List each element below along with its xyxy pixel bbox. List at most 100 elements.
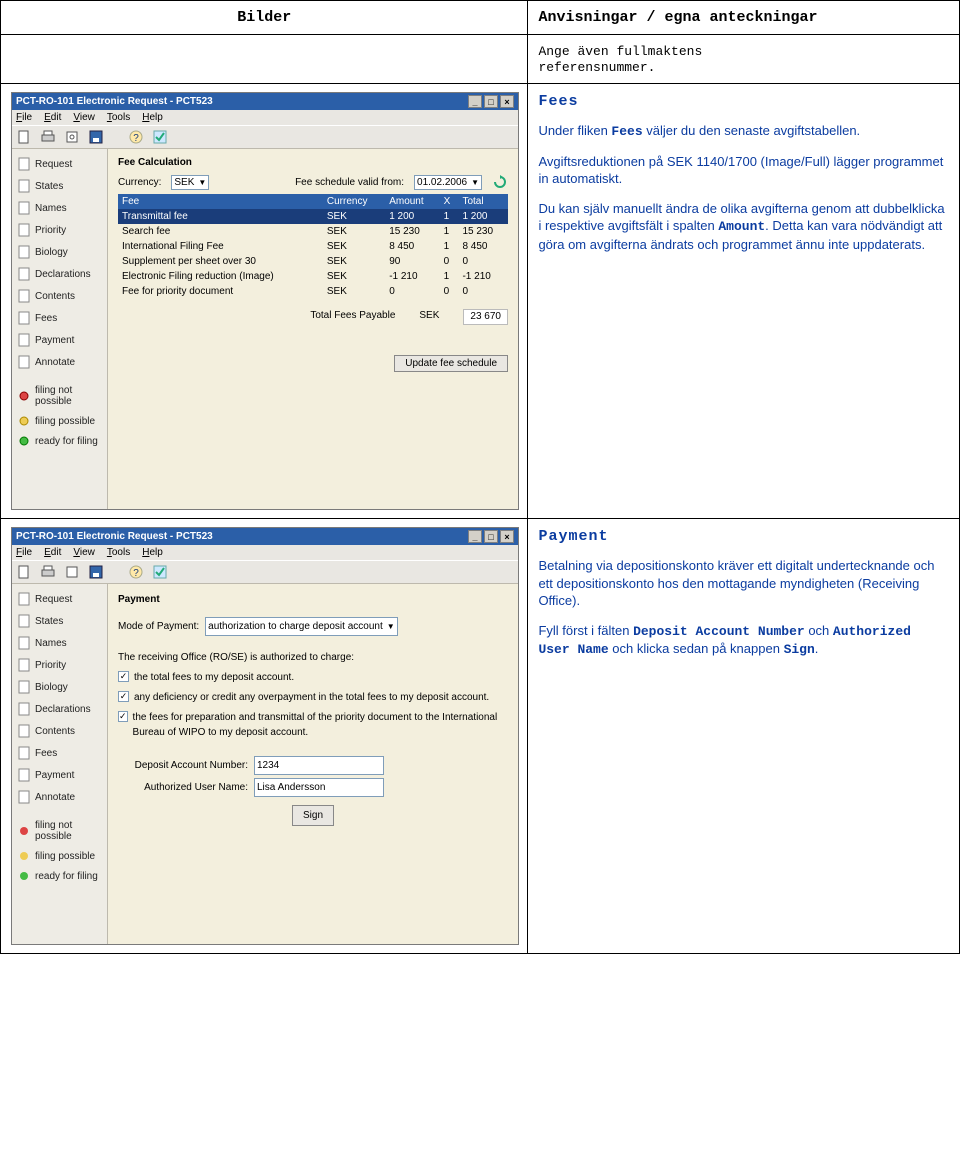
sidebar-item-request[interactable]: Request xyxy=(12,588,107,610)
maximize-button[interactable]: □ xyxy=(484,530,498,543)
table-row[interactable]: Electronic Filing reduction (Image)SEK-1… xyxy=(118,269,508,284)
table-row[interactable]: Supplement per sheet over 30SEK9000 xyxy=(118,254,508,269)
sidebar-item-fees[interactable]: Fees xyxy=(12,307,107,329)
preview-icon[interactable] xyxy=(64,564,80,580)
auth-text: The receiving Office (RO/SE) is authoriz… xyxy=(118,650,508,665)
minimize-button[interactable]: _ xyxy=(468,95,482,108)
row-payment: PCT-RO-101 Electronic Request - PCT523 _… xyxy=(1,519,960,954)
menu-view[interactable]: View xyxy=(73,112,95,123)
menu-tools[interactable]: Tools xyxy=(107,547,130,558)
fees-screenshot-cell: PCT-RO-101 Electronic Request - PCT523 _… xyxy=(1,84,528,519)
new-icon[interactable] xyxy=(16,129,32,145)
help-icon[interactable]: ? xyxy=(128,564,144,580)
status-possible: filing possible xyxy=(12,411,107,431)
sidebar-item-biology[interactable]: Biology xyxy=(12,241,107,263)
currency-select[interactable]: SEK▼ xyxy=(171,175,209,190)
sidebar-item-priority[interactable]: Priority xyxy=(12,219,107,241)
minimize-button[interactable]: _ xyxy=(468,530,482,543)
document-table: Bilder Anvisningar / egna anteckningar A… xyxy=(0,0,960,954)
toolbar: ? xyxy=(12,125,518,149)
sidebar-item-annotate[interactable]: Annotate xyxy=(12,786,107,808)
mode-select[interactable]: authorization to charge deposit account▼ xyxy=(205,617,397,636)
menu-edit[interactable]: Edit xyxy=(44,547,61,558)
menu-help[interactable]: Help xyxy=(142,547,163,558)
print-icon[interactable] xyxy=(40,129,56,145)
schedule-label: Fee schedule valid from: xyxy=(295,177,404,188)
new-icon[interactable] xyxy=(16,564,32,580)
table-row[interactable]: Fee for priority documentSEK000 xyxy=(118,284,508,299)
intro-line2: referensnummer. xyxy=(538,60,655,75)
table-row[interactable]: International Filing FeeSEK8 45018 450 xyxy=(118,239,508,254)
check-icon[interactable] xyxy=(152,129,168,145)
menu-file[interactable]: File xyxy=(16,112,32,123)
sidebar-item-declarations[interactable]: Declarations xyxy=(12,263,107,285)
menu-help[interactable]: Help xyxy=(142,112,163,123)
window-titlebar: PCT-RO-101 Electronic Request - PCT523 _… xyxy=(12,528,518,545)
status-ready: ready for filing xyxy=(12,431,107,451)
total-cur: SEK xyxy=(419,310,439,321)
sidebar-item-biology[interactable]: Biology xyxy=(12,676,107,698)
sidebar-item-annotate[interactable]: Annotate xyxy=(12,351,107,373)
sidebar-item-declarations[interactable]: Declarations xyxy=(12,698,107,720)
maximize-button[interactable]: □ xyxy=(484,95,498,108)
sidebar-item-contents[interactable]: Contents xyxy=(12,285,107,307)
table-row[interactable]: Transmittal feeSEK1 20011 200 xyxy=(118,209,508,224)
sidebar-item-fees[interactable]: Fees xyxy=(12,742,107,764)
fees-text-p2: Avgiftsreduktionen på SEK 1140/1700 (Ima… xyxy=(538,153,949,188)
table-row[interactable]: Search feeSEK15 230115 230 xyxy=(118,224,508,239)
status-not-possible: filing not possible xyxy=(12,381,107,411)
close-button[interactable]: × xyxy=(500,95,514,108)
window-body: Request States Names Priority Biology De… xyxy=(12,584,518,944)
update-fee-schedule-button[interactable]: Update fee schedule xyxy=(394,355,508,372)
sidebar-item-names[interactable]: Names xyxy=(12,197,107,219)
sign-button[interactable]: Sign xyxy=(292,805,334,826)
payment-text-cell: Payment Betalning via depositionskonto k… xyxy=(528,519,960,954)
save-icon[interactable] xyxy=(88,564,104,580)
payment-heading: Payment xyxy=(118,592,508,607)
toolbar: ? xyxy=(12,560,518,584)
chk-total-fees[interactable]: ✓the total fees to my deposit account. xyxy=(118,670,508,685)
fees-text-heading: Fees xyxy=(538,92,949,112)
window-title: PCT-RO-101 Electronic Request - PCT523 xyxy=(16,531,213,542)
sidebar-item-payment[interactable]: Payment xyxy=(12,329,107,351)
chk-priority-doc[interactable]: ✓the fees for preparation and transmitta… xyxy=(118,710,508,740)
sidebar-item-names[interactable]: Names xyxy=(12,632,107,654)
menu-edit[interactable]: Edit xyxy=(44,112,61,123)
fees-main: Fee Calculation Currency: SEK▼ Fee sched… xyxy=(108,149,518,509)
check-icon[interactable] xyxy=(152,564,168,580)
acct-input[interactable]: 1234 xyxy=(254,756,384,775)
menu-view[interactable]: View xyxy=(73,547,95,558)
sidebar-item-priority[interactable]: Priority xyxy=(12,654,107,676)
fees-text-cell: Fees Under fliken Fees väljer du den sen… xyxy=(528,84,960,519)
menubar: File Edit View Tools Help xyxy=(12,545,518,560)
user-label: Authorized User Name: xyxy=(118,780,248,795)
sidebar-item-contents[interactable]: Contents xyxy=(12,720,107,742)
sidebar-item-payment[interactable]: Payment xyxy=(12,764,107,786)
window-title: PCT-RO-101 Electronic Request - PCT523 xyxy=(16,96,213,107)
status-ready: ready for filing xyxy=(12,866,107,886)
chk-deficiency[interactable]: ✓any deficiency or credit any overpaymen… xyxy=(118,690,508,705)
total-value: 23 670 xyxy=(470,311,501,322)
refresh-icon[interactable] xyxy=(492,174,508,190)
status-possible: filing possible xyxy=(12,846,107,866)
mode-label: Mode of Payment: xyxy=(118,619,199,634)
sidebar-item-request[interactable]: Request xyxy=(12,153,107,175)
window-body: Request States Names Priority Biology De… xyxy=(12,149,518,509)
sidebar: Request States Names Priority Biology De… xyxy=(12,149,108,509)
sidebar: Request States Names Priority Biology De… xyxy=(12,584,108,944)
payment-text-heading: Payment xyxy=(538,527,949,547)
help-icon[interactable]: ? xyxy=(128,129,144,145)
total-label: Total Fees Payable xyxy=(310,310,395,321)
sidebar-item-states[interactable]: States xyxy=(12,610,107,632)
sidebar-item-states[interactable]: States xyxy=(12,175,107,197)
menu-tools[interactable]: Tools xyxy=(107,112,130,123)
save-icon[interactable] xyxy=(88,129,104,145)
schedule-select[interactable]: 01.02.2006▼ xyxy=(414,175,482,190)
preview-icon[interactable] xyxy=(64,129,80,145)
close-button[interactable]: × xyxy=(500,530,514,543)
print-icon[interactable] xyxy=(40,564,56,580)
payment-main: Payment Mode of Payment: authorization t… xyxy=(108,584,518,944)
user-input[interactable]: Lisa Andersson xyxy=(254,778,384,797)
menu-file[interactable]: File xyxy=(16,547,32,558)
menubar: File Edit View Tools Help xyxy=(12,110,518,125)
